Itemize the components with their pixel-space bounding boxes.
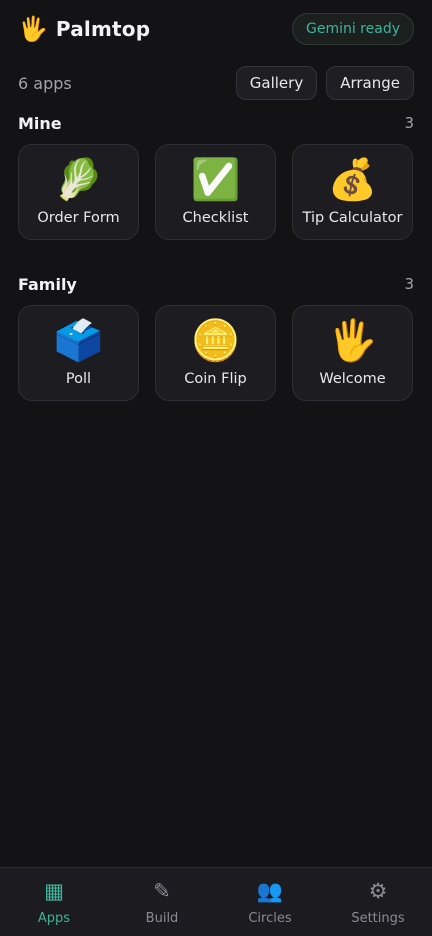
app-title: Palmtop [55, 17, 151, 41]
section-title: Family [18, 274, 77, 294]
app-tile-label: Coin Flip [184, 371, 247, 387]
leafy-green-icon: 🥬 [53, 157, 104, 203]
app-tile-label: Checklist [182, 210, 249, 226]
app-root: 🖐 Palmtop Gemini ready 6 apps Gallery Ar… [0, 0, 432, 936]
raised-hand-icon: 🖐 [18, 15, 48, 43]
app-tile-poll[interactable]: 🗳️ Poll [18, 305, 139, 401]
gear-icon: ⚙ [368, 878, 388, 903]
app-tile-order-form[interactable]: 🥬 Order Form [18, 144, 139, 240]
nav-label: Settings [351, 910, 405, 926]
check-mark-icon: ✅ [190, 157, 241, 203]
section-title: Mine [18, 113, 62, 133]
header: 🖐 Palmtop Gemini ready [18, 12, 414, 46]
money-bag-icon: 💰 [327, 157, 378, 203]
nav-item-build[interactable]: ✎ Build [108, 868, 216, 936]
section-header: Mine 3 [18, 112, 414, 134]
app-tile-tip-calculator[interactable]: 💰 Tip Calculator [292, 144, 413, 240]
section-header: Family 3 [18, 273, 414, 295]
app-tile-label: Poll [65, 371, 92, 387]
bottom-nav: ▦ Apps ✎ Build 👥 Circles ⚙ Settings [0, 867, 432, 936]
nav-label: Build [145, 910, 179, 926]
section-count: 3 [404, 114, 414, 132]
apps-grid-icon: ▦ [44, 878, 64, 903]
app-tile-welcome[interactable]: 🖐 Welcome [292, 305, 413, 401]
people-icon: 👥 [256, 878, 284, 903]
pencil-icon: ✎ [153, 878, 171, 903]
app-tile-label: Tip Calculator [302, 210, 403, 226]
arrange-button[interactable]: Arrange [326, 66, 414, 100]
nav-item-apps[interactable]: ▦ Apps [0, 868, 108, 936]
toolbar: 6 apps Gallery Arrange [18, 66, 414, 100]
section-count: 3 [404, 275, 414, 293]
app-tile-coin-flip[interactable]: 🪙 Coin Flip [155, 305, 276, 401]
ballot-box-icon: 🗳️ [53, 318, 104, 364]
nav-item-circles[interactable]: 👥 Circles [216, 868, 324, 936]
app-tile-label: Welcome [319, 371, 386, 387]
app-grid: 🥬 Order Form ✅ Checklist 💰 Tip Calculato… [18, 144, 414, 240]
app-tile-checklist[interactable]: ✅ Checklist [155, 144, 276, 240]
brand: 🖐 Palmtop [18, 17, 150, 41]
gallery-button[interactable]: Gallery [235, 66, 318, 100]
app-tile-label: Order Form [37, 210, 120, 226]
section-family: Family 3 🗳️ Poll 🪙 Coin Flip 🖐 Welcome [18, 273, 414, 401]
coin-icon: 🪙 [190, 318, 241, 364]
toolbar-buttons: Gallery Arrange [235, 66, 414, 100]
app-count: 6 apps [18, 73, 72, 93]
nav-item-settings[interactable]: ⚙ Settings [324, 868, 432, 936]
app-grid: 🗳️ Poll 🪙 Coin Flip 🖐 Welcome [18, 305, 414, 401]
raised-hand-icon: 🖐 [327, 318, 378, 364]
section-mine: Mine 3 🥬 Order Form ✅ Checklist 💰 Tip Ca… [18, 112, 414, 240]
gemini-status-badge[interactable]: Gemini ready [291, 13, 414, 45]
nav-label: Circles [248, 910, 292, 926]
nav-label: Apps [37, 910, 71, 926]
